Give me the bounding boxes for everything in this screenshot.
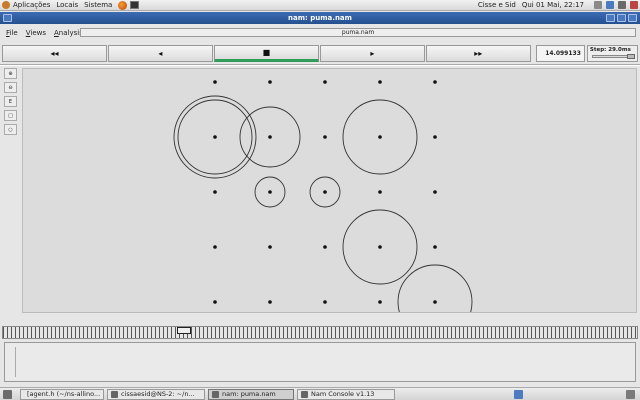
annotation-list[interactable] <box>15 347 631 377</box>
volume-icon[interactable] <box>618 1 626 9</box>
workspace-switcher-icon[interactable] <box>514 390 523 399</box>
step-control: Step: 29.0ms <box>586 44 638 62</box>
minimize-icon[interactable] <box>606 14 615 22</box>
user-name[interactable]: Cisse e Sid <box>478 1 516 9</box>
zoom-out-icon[interactable]: ⊖ <box>4 82 17 93</box>
terminal-launcher-icon[interactable] <box>130 1 140 9</box>
nam-console-icon <box>301 390 308 398</box>
menu-file[interactable]: File <box>6 29 18 37</box>
rewind-button[interactable]: ◂◂ <box>2 44 107 62</box>
network-node[interactable] <box>378 80 382 84</box>
task-agent-h[interactable]: [agent.h (~/ns-allino... <box>20 388 104 400</box>
link-icon[interactable]: ○ <box>4 124 17 135</box>
network-node[interactable] <box>433 135 437 139</box>
network-node[interactable] <box>378 190 382 194</box>
network-node[interactable] <box>213 135 217 139</box>
network-node[interactable] <box>268 245 272 249</box>
menu-analysis[interactable]: Analysis <box>54 29 83 37</box>
network-node[interactable] <box>433 245 437 249</box>
timeline-marker[interactable] <box>177 327 191 334</box>
network-node[interactable] <box>268 135 272 139</box>
node-icon[interactable]: □ <box>4 110 17 121</box>
network-node[interactable] <box>378 245 382 249</box>
show-desktop-icon[interactable] <box>3 390 12 399</box>
menu-aplicacoes[interactable]: Aplicações <box>13 1 50 9</box>
search-icon[interactable] <box>594 1 602 9</box>
tool-column: ⊕ ⊖ E □ ○ <box>4 68 18 320</box>
task-nam[interactable]: nam: puma.nam <box>208 388 294 400</box>
network-node[interactable] <box>213 190 217 194</box>
network-node[interactable] <box>433 80 437 84</box>
taskbar: [agent.h (~/ns-allino... cissaesid@NS-2:… <box>0 387 640 400</box>
file-name-label: puma.nam <box>80 28 636 37</box>
top-panel: Aplicações Locais Sistema Cisse e Sid Qu… <box>0 0 640 11</box>
maximize-icon[interactable] <box>617 14 626 22</box>
network-node[interactable] <box>213 245 217 249</box>
stop-button[interactable]: ■ <box>213 44 319 62</box>
firefox-launcher-icon[interactable] <box>118 0 128 10</box>
network-node[interactable] <box>323 80 327 84</box>
network-node[interactable] <box>323 245 327 249</box>
network-node[interactable] <box>323 190 327 194</box>
clock[interactable]: Qui 01 Mai, 22:17 <box>522 1 584 9</box>
menu-sistema[interactable]: Sistema <box>84 1 112 9</box>
window-title: nam: puma.nam <box>288 14 352 22</box>
playback-controls: ◂◂ ◂ ■ ▸ ▸▸ 14.099133 Step: 29.0ms <box>2 43 638 63</box>
network-node[interactable] <box>268 300 272 304</box>
network-node[interactable] <box>268 80 272 84</box>
task-nam-console[interactable]: Nam Console v1.13 <box>297 388 395 400</box>
network-canvas[interactable] <box>22 68 637 313</box>
menu-bar: File Views Analysis puma.nam <box>0 25 640 40</box>
separator <box>0 64 640 66</box>
step-label: Step: 29.0ms <box>589 46 631 53</box>
menu-locais[interactable]: Locais <box>56 1 78 9</box>
zoom-in-icon[interactable]: ⊕ <box>4 68 17 79</box>
transmission-range-circle <box>397 264 473 312</box>
step-back-button[interactable]: ◂ <box>107 44 213 62</box>
task-terminal[interactable]: cissaesid@NS-2: ~/n... <box>107 388 205 400</box>
network-node[interactable] <box>323 300 327 304</box>
trash-icon[interactable] <box>626 390 635 399</box>
menu-views[interactable]: Views <box>26 29 46 37</box>
network-node[interactable] <box>213 300 217 304</box>
network-node[interactable] <box>323 135 327 139</box>
edit-icon[interactable]: E <box>4 96 17 107</box>
timeline-slider[interactable] <box>2 326 638 339</box>
nam-icon <box>212 390 219 398</box>
window-menu-icon[interactable] <box>3 14 12 22</box>
gnome-foot-icon[interactable] <box>2 1 10 9</box>
network-node[interactable] <box>433 300 437 304</box>
logout-icon[interactable] <box>630 1 638 9</box>
fast-forward-button[interactable]: ▸▸ <box>425 44 531 62</box>
window-title-bar[interactable]: nam: puma.nam <box>0 12 640 24</box>
network-node[interactable] <box>213 80 217 84</box>
network-graph[interactable] <box>23 69 637 313</box>
close-icon[interactable] <box>628 14 637 22</box>
annotation-panel <box>4 342 636 382</box>
terminal-icon <box>111 390 118 398</box>
sim-time-display: 14.099133 <box>535 44 585 62</box>
network-node[interactable] <box>378 300 382 304</box>
step-slider-knob[interactable] <box>627 53 635 59</box>
network-node[interactable] <box>378 135 382 139</box>
play-button[interactable]: ▸ <box>319 44 425 62</box>
network-node[interactable] <box>433 190 437 194</box>
network-node[interactable] <box>268 190 272 194</box>
network-icon[interactable] <box>606 1 614 9</box>
